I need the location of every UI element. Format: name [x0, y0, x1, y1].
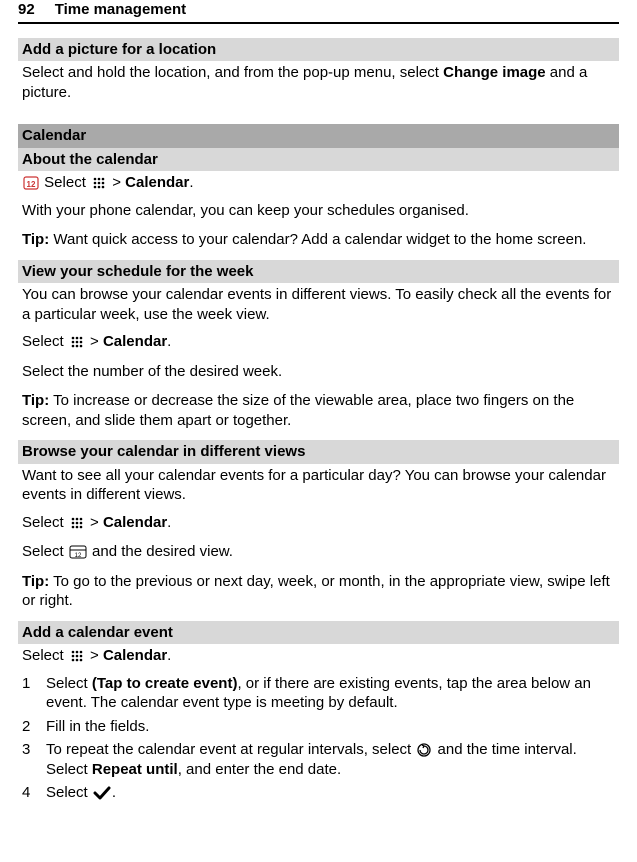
- calendar-view-icon: 12: [69, 544, 87, 560]
- heading-about-calendar: About the calendar: [18, 148, 619, 172]
- checkmark-icon: [93, 786, 111, 800]
- menu-grid-icon: [69, 515, 85, 531]
- list-item: 4 Select .: [22, 783, 615, 803]
- para-browse-views-select-view: Select 12 and the desired view.: [22, 542, 615, 562]
- list-item: 2 Fill in the fields.: [22, 717, 615, 737]
- svg-text:12: 12: [27, 180, 36, 189]
- para-view-schedule-1: You can browse your calendar events in d…: [22, 285, 615, 324]
- para-select-calendar-1: 12 Select > Calendar.: [22, 173, 615, 193]
- menu-grid-icon: [69, 334, 85, 350]
- repeat-icon: [416, 742, 432, 758]
- para-browse-views-1: Want to see all your calendar events for…: [22, 466, 615, 505]
- menu-grid-icon: [69, 648, 85, 664]
- heading-browse-views: Browse your calendar in different views: [18, 440, 619, 464]
- add-event-steps: 1 Select (Tap to create event), or if th…: [22, 674, 615, 803]
- heading-calendar: Calendar: [18, 124, 619, 148]
- menu-grid-icon: [91, 175, 107, 191]
- heading-add-event: Add a calendar event: [18, 621, 619, 645]
- para-add-picture: Select and hold the location, and from t…: [22, 63, 615, 102]
- page-header: 92 Time management: [18, 0, 619, 24]
- para-browse-views-select: Select > Calendar.: [22, 513, 615, 533]
- para-add-event-select: Select > Calendar.: [22, 646, 615, 666]
- chapter-title: Time management: [55, 0, 186, 20]
- heading-view-schedule: View your schedule for the week: [18, 260, 619, 284]
- para-calendar-intro: With your phone calendar, you can keep y…: [22, 201, 615, 221]
- list-item: 3 To repeat the calendar event at regula…: [22, 740, 615, 779]
- para-view-schedule-select: Select > Calendar.: [22, 332, 615, 352]
- svg-text:12: 12: [75, 553, 82, 559]
- heading-add-picture: Add a picture for a location: [18, 38, 619, 62]
- calendar-12-icon: 12: [23, 175, 39, 191]
- page-number: 92: [18, 0, 35, 20]
- list-item: 1 Select (Tap to create event), or if th…: [22, 674, 615, 713]
- para-browse-views-tip: Tip: To go to the previous or next day, …: [22, 572, 615, 611]
- para-view-schedule-weeknum: Select the number of the desired week.: [22, 362, 615, 382]
- para-view-schedule-tip: Tip: To increase or decrease the size of…: [22, 391, 615, 430]
- para-calendar-tip: Tip: Want quick access to your calendar?…: [22, 230, 615, 250]
